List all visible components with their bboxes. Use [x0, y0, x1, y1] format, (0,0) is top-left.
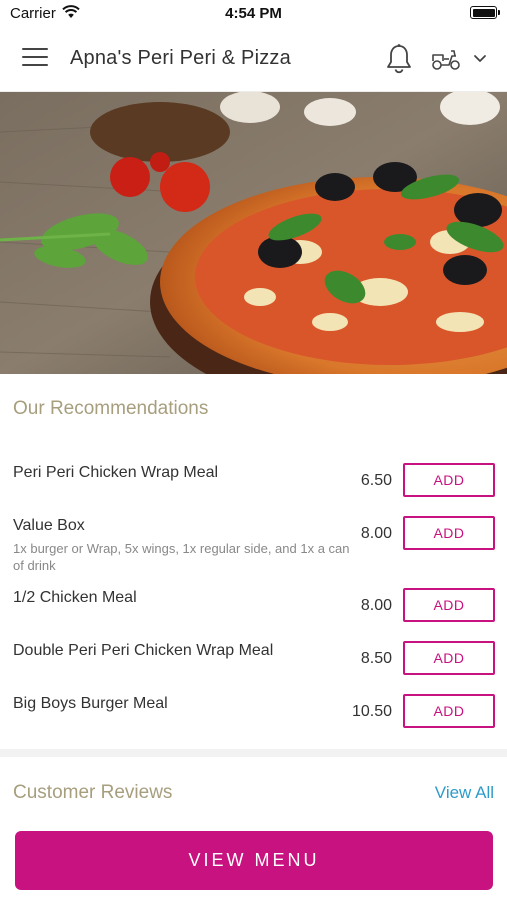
item-name: Double Peri Peri Chicken Wrap Meal [13, 642, 274, 659]
item-price: 8.00 [360, 597, 392, 614]
item-name: Peri Peri Chicken Wrap Meal [13, 464, 219, 481]
menu-icon[interactable] [22, 48, 48, 70]
add-button[interactable]: ADD [403, 588, 495, 622]
battery-icon [470, 6, 500, 19]
app-header: Apna's Peri Peri & Pizza [0, 28, 507, 92]
add-button[interactable]: ADD [403, 463, 495, 497]
bell-icon[interactable] [385, 43, 413, 75]
item-name: Big Boys Burger Meal [13, 695, 168, 712]
recommendations-title: Our Recommendations [13, 398, 209, 419]
item-name: 1/2 Chicken Meal [13, 589, 137, 606]
item-price: 6.50 [360, 472, 392, 489]
reviews-title: Customer Reviews [13, 782, 173, 803]
scooter-icon[interactable] [430, 45, 462, 73]
restaurant-title: Apna's Peri Peri & Pizza [70, 47, 291, 69]
view-menu-button[interactable]: VIEW MENU [15, 831, 493, 890]
item-price: 10.50 [351, 703, 392, 720]
chevron-down-icon[interactable] [472, 52, 488, 66]
status-bar: Carrier 4:54 PM [0, 0, 507, 28]
add-button[interactable]: ADD [403, 694, 495, 728]
item-price: 8.00 [360, 525, 392, 542]
add-button[interactable]: ADD [403, 516, 495, 550]
view-all-link[interactable]: View All [435, 783, 494, 803]
add-button[interactable]: ADD [403, 641, 495, 675]
item-name: Value Box [13, 517, 85, 534]
item-description: 1x burger or Wrap, 5x wings, 1x regular … [13, 541, 350, 573]
section-divider [0, 749, 507, 757]
item-price: 8.50 [360, 650, 392, 667]
clock: 4:54 PM [225, 5, 282, 22]
hero-pizza-image [0, 92, 507, 374]
